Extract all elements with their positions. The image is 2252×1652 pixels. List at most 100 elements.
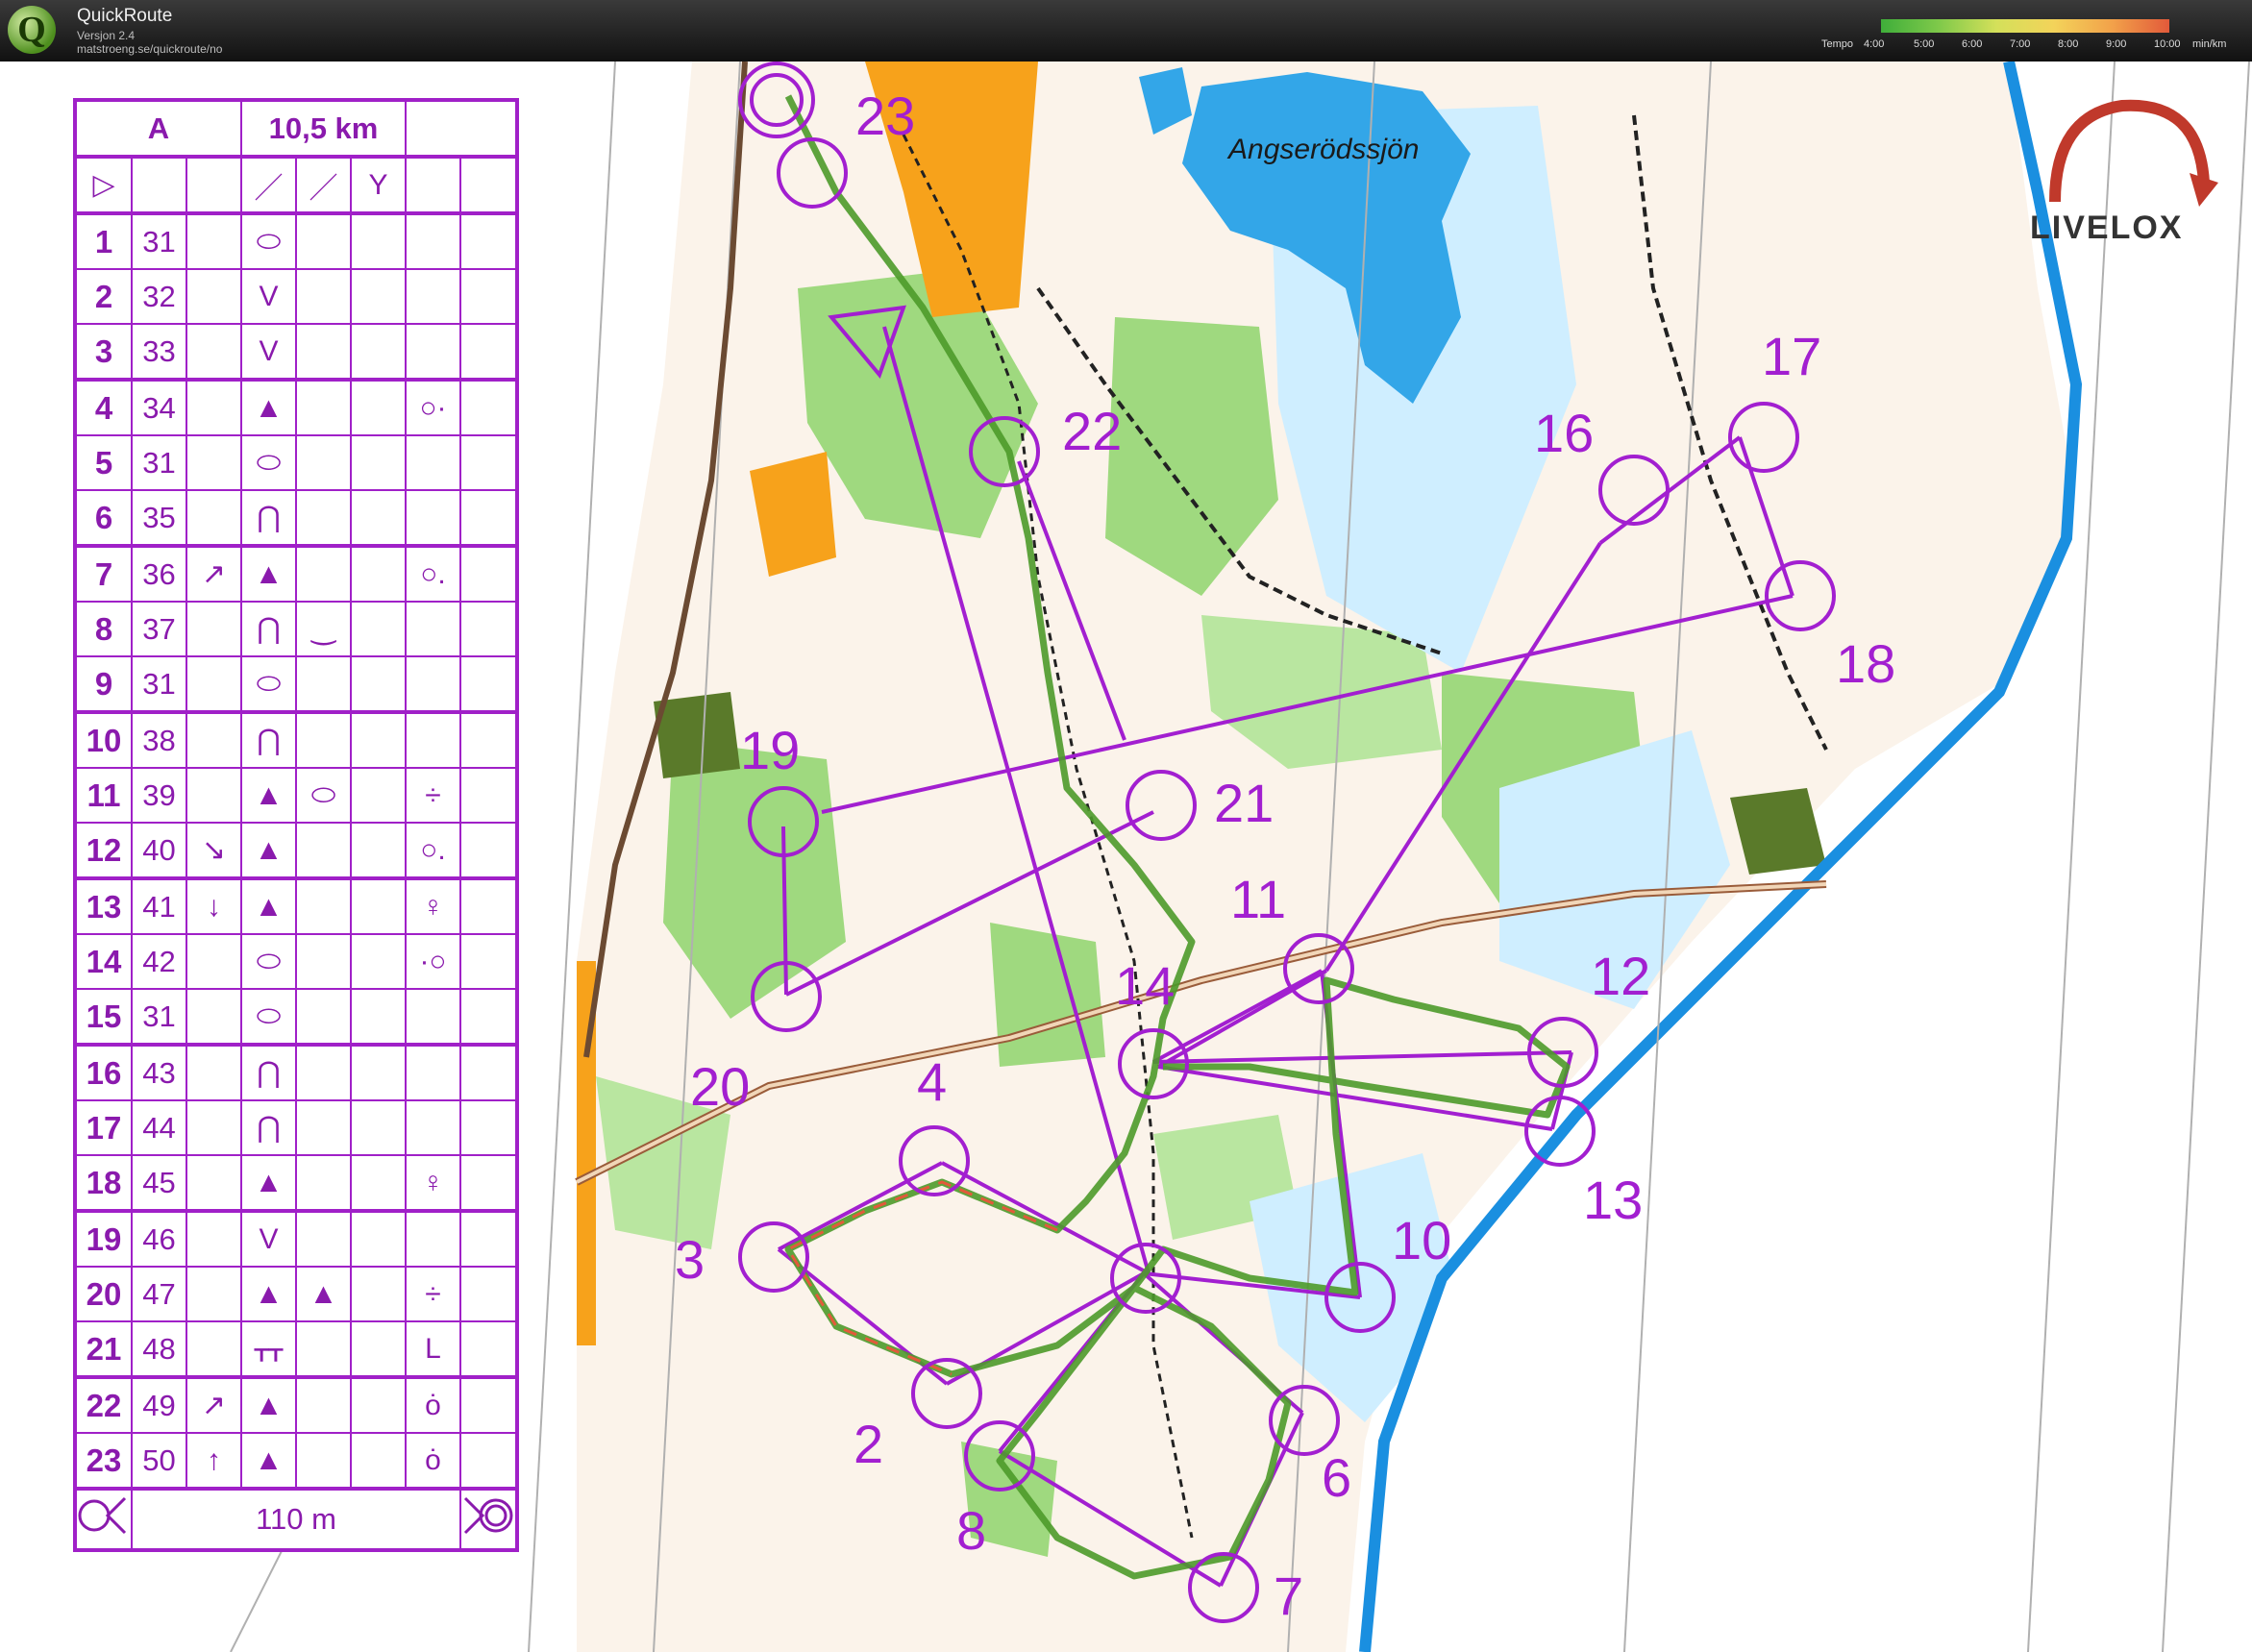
control-number: 17 (74, 1099, 133, 1156)
feature-secondary-icon (295, 1375, 352, 1434)
control-code: 48 (131, 1320, 187, 1378)
appearance-cell (350, 268, 407, 325)
direction-icon (186, 1209, 242, 1268)
control-label: 13 (1583, 1170, 1643, 1230)
detail-icon (405, 1209, 461, 1268)
extra-cell (459, 822, 518, 879)
extra-cell (459, 268, 518, 325)
appearance-cell (350, 710, 407, 769)
control-number: 3 (74, 323, 133, 381)
start-feature-icon: ／ (240, 155, 297, 214)
direction-icon (186, 489, 242, 547)
finish-row: 110 m (74, 1487, 518, 1551)
detail-icon: ○. (405, 544, 461, 603)
appearance-cell (350, 211, 407, 270)
tempo-label: Tempo (1821, 38, 1854, 50)
direction-icon (186, 1154, 242, 1212)
appearance-cell (350, 1375, 407, 1434)
control-description-sheet: A 10,5 km ▷ ／ ／ Y 1 31 ⬭ 2 32 V 3 33 V 4 34 ▲ ○· 5 31 ⬭… (73, 98, 519, 1552)
app-url[interactable]: matstroeng.se/quickroute/no (77, 42, 222, 56)
feature-icon: ⋂ (240, 489, 297, 547)
tempo-tick: 6:00 (1962, 38, 1983, 50)
detail-icon (405, 710, 461, 769)
dark-forest (654, 692, 740, 778)
control-row: 11 39 ▲ ⬭ ÷ (74, 767, 518, 824)
appearance-cell (350, 767, 407, 824)
control-number: 19 (74, 1209, 133, 1268)
feature-icon: ▲ (240, 767, 297, 824)
lake-name: Angserödssjön (1226, 134, 1419, 165)
extra-cell (459, 1209, 518, 1268)
direction-icon (186, 211, 242, 270)
appearance-cell (350, 1209, 407, 1268)
control-label: 2 (854, 1414, 883, 1474)
control-row: 7 36 ↗ ▲ ○. (74, 544, 518, 603)
control-row: 21 48 ᚁᚁ L (74, 1320, 518, 1378)
feature-secondary-icon (295, 710, 352, 769)
control-row: 6 35 ⋂ (74, 489, 518, 547)
direction-icon (186, 988, 242, 1046)
direction-icon: ↗ (186, 1375, 242, 1434)
livelox-logo: LIVELOX (2017, 96, 2238, 259)
feature-icon: ▲ (240, 876, 297, 935)
control-number: 12 (74, 822, 133, 879)
detail-icon (405, 988, 461, 1046)
feature-secondary-icon (295, 1043, 352, 1101)
control-row: 9 31 ⬭ (74, 655, 518, 713)
start-triangle-icon: ▷ (74, 155, 133, 214)
feature-secondary-icon (295, 655, 352, 713)
feature-icon: ▲ (240, 1266, 297, 1322)
control-number: 18 (74, 1154, 133, 1212)
control-row: 1 31 ⬭ (74, 211, 518, 270)
appearance-cell (350, 822, 407, 879)
extra-cell (459, 1043, 518, 1101)
feature-secondary-icon (295, 1320, 352, 1378)
tempo-tick: 10:00 (2154, 38, 2181, 50)
control-code: 43 (131, 1043, 187, 1101)
control-row: 23 50 ↑ ▲ ȯ (74, 1432, 518, 1490)
feature-secondary-icon: ⬭ (295, 767, 352, 824)
control-code: 31 (131, 655, 187, 713)
feature-icon: ⋂ (240, 1043, 297, 1101)
feature-icon: ⬭ (240, 434, 297, 491)
control-row: 3 33 V (74, 323, 518, 381)
control-row: 10 38 ⋂ (74, 710, 518, 769)
direction-icon (186, 710, 242, 769)
detail-icon (405, 323, 461, 381)
direction-icon (186, 1320, 242, 1378)
control-label: 21 (1214, 773, 1274, 833)
control-code: 31 (131, 434, 187, 491)
control-code: 46 (131, 1209, 187, 1268)
start-cell (131, 155, 187, 214)
detail-icon: ♀ (405, 876, 461, 935)
feature-icon: ⋂ (240, 1099, 297, 1156)
control-code: 31 (131, 988, 187, 1046)
feature-secondary-icon (295, 1099, 352, 1156)
direction-icon: ↗ (186, 544, 242, 603)
direction-icon: ↘ (186, 822, 242, 879)
appearance-cell (350, 323, 407, 381)
appearance-cell (350, 933, 407, 990)
start-cell (186, 155, 242, 214)
finish-start-icon (74, 1487, 133, 1551)
extra-cell (459, 876, 518, 935)
detail-icon: ÷ (405, 1266, 461, 1322)
feature-secondary-icon (295, 434, 352, 491)
feature-secondary-icon (295, 822, 352, 879)
detail-icon: ♀ (405, 1154, 461, 1212)
feature-secondary-icon (295, 1209, 352, 1268)
control-label: 17 (1762, 326, 1821, 386)
control-number: 10 (74, 710, 133, 769)
feature-icon: ▲ (240, 1154, 297, 1212)
feature-secondary-icon (295, 489, 352, 547)
direction-icon (186, 933, 242, 990)
control-row: 14 42 ⬭ ·○ (74, 933, 518, 990)
control-label: 23 (855, 86, 915, 146)
feature-secondary-icon (295, 268, 352, 325)
control-number: 22 (74, 1375, 133, 1434)
control-label: 8 (956, 1500, 986, 1561)
appearance-cell (350, 1099, 407, 1156)
feature-icon: ▲ (240, 1375, 297, 1434)
control-label: 20 (690, 1056, 750, 1117)
detail-icon (405, 268, 461, 325)
